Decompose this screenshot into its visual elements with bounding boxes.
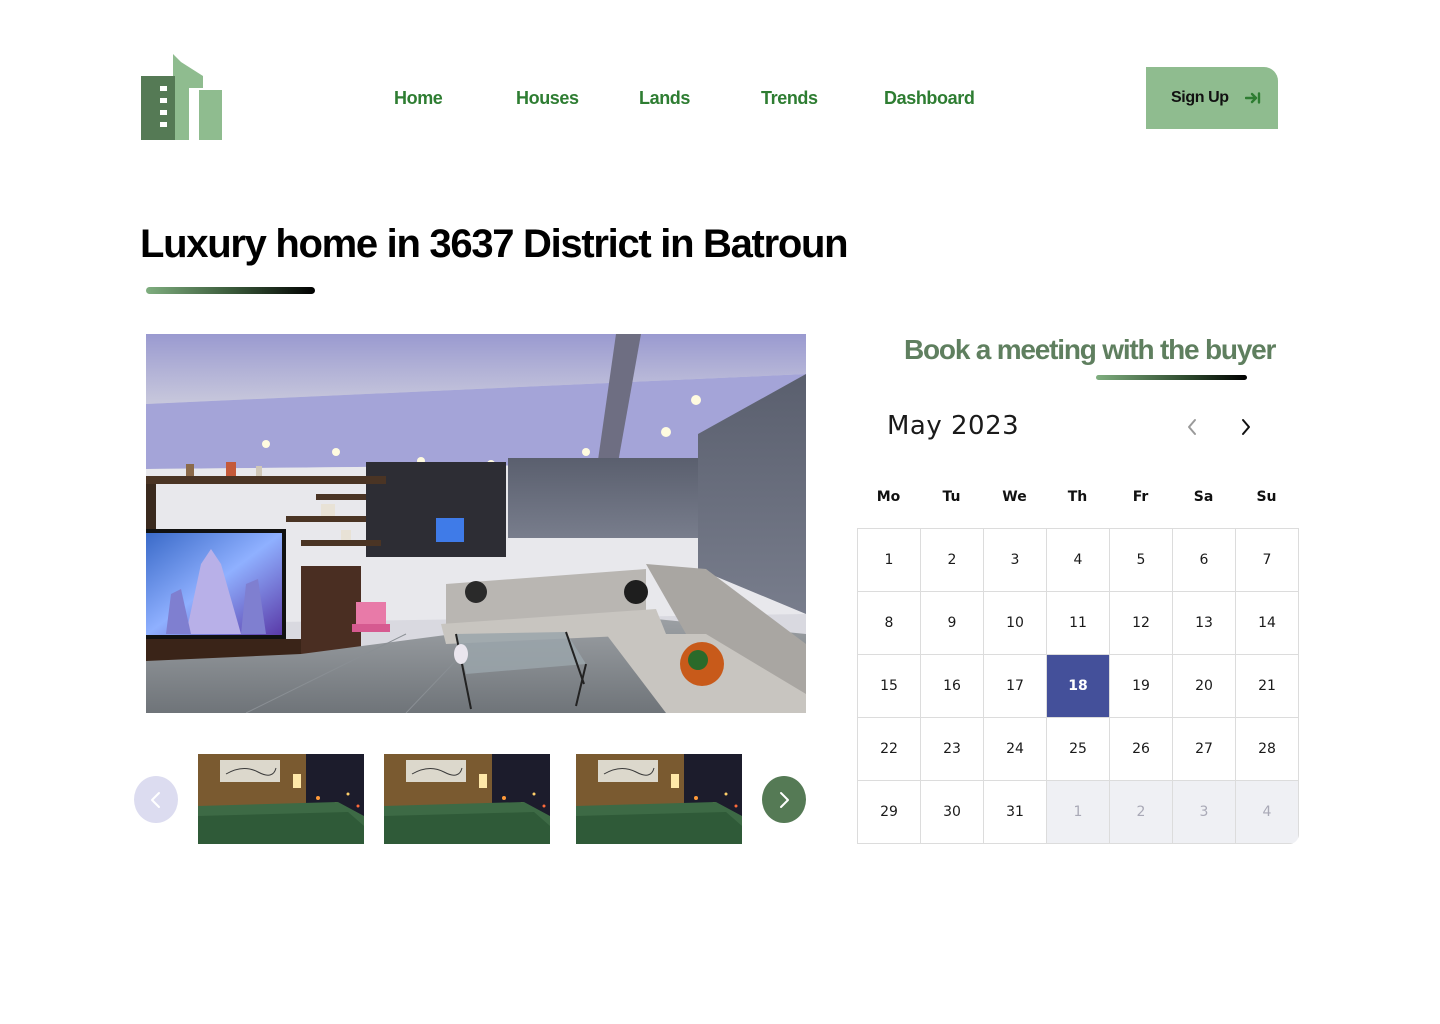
calendar-day[interactable]: 12 (1110, 592, 1173, 655)
thumbnail-3[interactable] (576, 754, 742, 844)
calendar-day[interactable]: 9 (921, 592, 984, 655)
calendar-weekdays: Mo Tu We Th Fr Sa Su (857, 489, 1299, 505)
calendar-day[interactable]: 11 (1047, 592, 1110, 655)
weekday-label: Tu (942, 489, 961, 505)
booking-heading: Book a meeting with the buyer (904, 334, 1276, 365)
weekday-label: Sa (1193, 489, 1214, 505)
calendar-day-next-month: 2 (1110, 781, 1173, 844)
calendar-prev-month-button[interactable] (1180, 414, 1204, 440)
calendar-day-next-month: 4 (1236, 781, 1299, 844)
weekday-label: We (1002, 489, 1027, 505)
calendar-day-next-month: 1 (1047, 781, 1110, 844)
nav-houses-link[interactable]: Houses (516, 88, 579, 109)
calendar-day[interactable]: 30 (921, 781, 984, 844)
calendar-next-month-button[interactable] (1234, 414, 1258, 440)
calendar-day[interactable]: 24 (984, 718, 1047, 781)
sign-in-arrow-icon (1244, 92, 1261, 104)
calendar-day[interactable]: 23 (921, 718, 984, 781)
calendar-day[interactable]: 25 (1047, 718, 1110, 781)
nav-home-link[interactable]: Home (394, 88, 443, 109)
calendar-day[interactable]: 2 (921, 529, 984, 592)
nav-trends-link[interactable]: Trends (761, 88, 818, 109)
calendar-day[interactable]: 8 (858, 592, 921, 655)
calendar-grid: 1 2 3 4 5 6 7 8 9 10 11 12 13 14 15 16 17 18 19 20 21 22 23 24 2… (857, 528, 1299, 844)
chevron-left-icon (151, 791, 160, 808)
title-underline (146, 287, 315, 294)
main-property-photo[interactable] (146, 334, 806, 713)
calendar-day[interactable]: 6 (1173, 529, 1236, 592)
calendar-day[interactable]: 29 (858, 781, 921, 844)
calendar-month-label: May 2023 (887, 411, 1020, 441)
calendar-day[interactable]: 13 (1173, 592, 1236, 655)
chevron-left-icon (1188, 419, 1196, 435)
chevron-right-icon (1242, 419, 1250, 435)
calendar-day-selected[interactable]: 18 (1047, 655, 1110, 718)
logo[interactable] (141, 54, 223, 141)
calendar-day-next-month: 3 (1173, 781, 1236, 844)
sign-up-label: Sign Up (1171, 89, 1229, 106)
thumbnail-2[interactable] (384, 754, 550, 844)
sign-up-button[interactable]: Sign Up (1146, 67, 1278, 129)
listing-title: Luxury home in 3637 District in Batroun (140, 222, 849, 266)
chevron-right-icon (780, 791, 789, 808)
nav-lands-link[interactable]: Lands (639, 88, 690, 109)
building-logo-icon (141, 54, 222, 140)
calendar-day[interactable]: 16 (921, 655, 984, 718)
booking-heading-underline (1096, 375, 1247, 380)
calendar-day[interactable]: 19 (1110, 655, 1173, 718)
calendar-day[interactable]: 15 (858, 655, 921, 718)
calendar-day[interactable]: 7 (1236, 529, 1299, 592)
thumbnails-prev-button[interactable] (134, 776, 178, 823)
calendar-day[interactable]: 22 (858, 718, 921, 781)
nav-dashboard-link[interactable]: Dashboard (884, 88, 975, 109)
thumbnails-next-button[interactable] (762, 776, 806, 823)
weekday-label: Mo (876, 489, 901, 505)
thumbnail-1[interactable] (198, 754, 364, 844)
calendar-day[interactable]: 14 (1236, 592, 1299, 655)
calendar-day[interactable]: 31 (984, 781, 1047, 844)
calendar-day[interactable]: 1 (858, 529, 921, 592)
calendar-day[interactable]: 5 (1110, 529, 1173, 592)
calendar-day[interactable]: 27 (1173, 718, 1236, 781)
calendar-day[interactable]: 20 (1173, 655, 1236, 718)
calendar-day[interactable]: 21 (1236, 655, 1299, 718)
weekday-label: Fr (1132, 489, 1149, 505)
weekday-label: Su (1256, 489, 1277, 505)
calendar-day[interactable]: 10 (984, 592, 1047, 655)
calendar-day[interactable]: 28 (1236, 718, 1299, 781)
calendar-day[interactable]: 17 (984, 655, 1047, 718)
weekday-label: Th (1067, 489, 1088, 505)
calendar-day[interactable]: 4 (1047, 529, 1110, 592)
calendar-day[interactable]: 26 (1110, 718, 1173, 781)
calendar-day[interactable]: 3 (984, 529, 1047, 592)
